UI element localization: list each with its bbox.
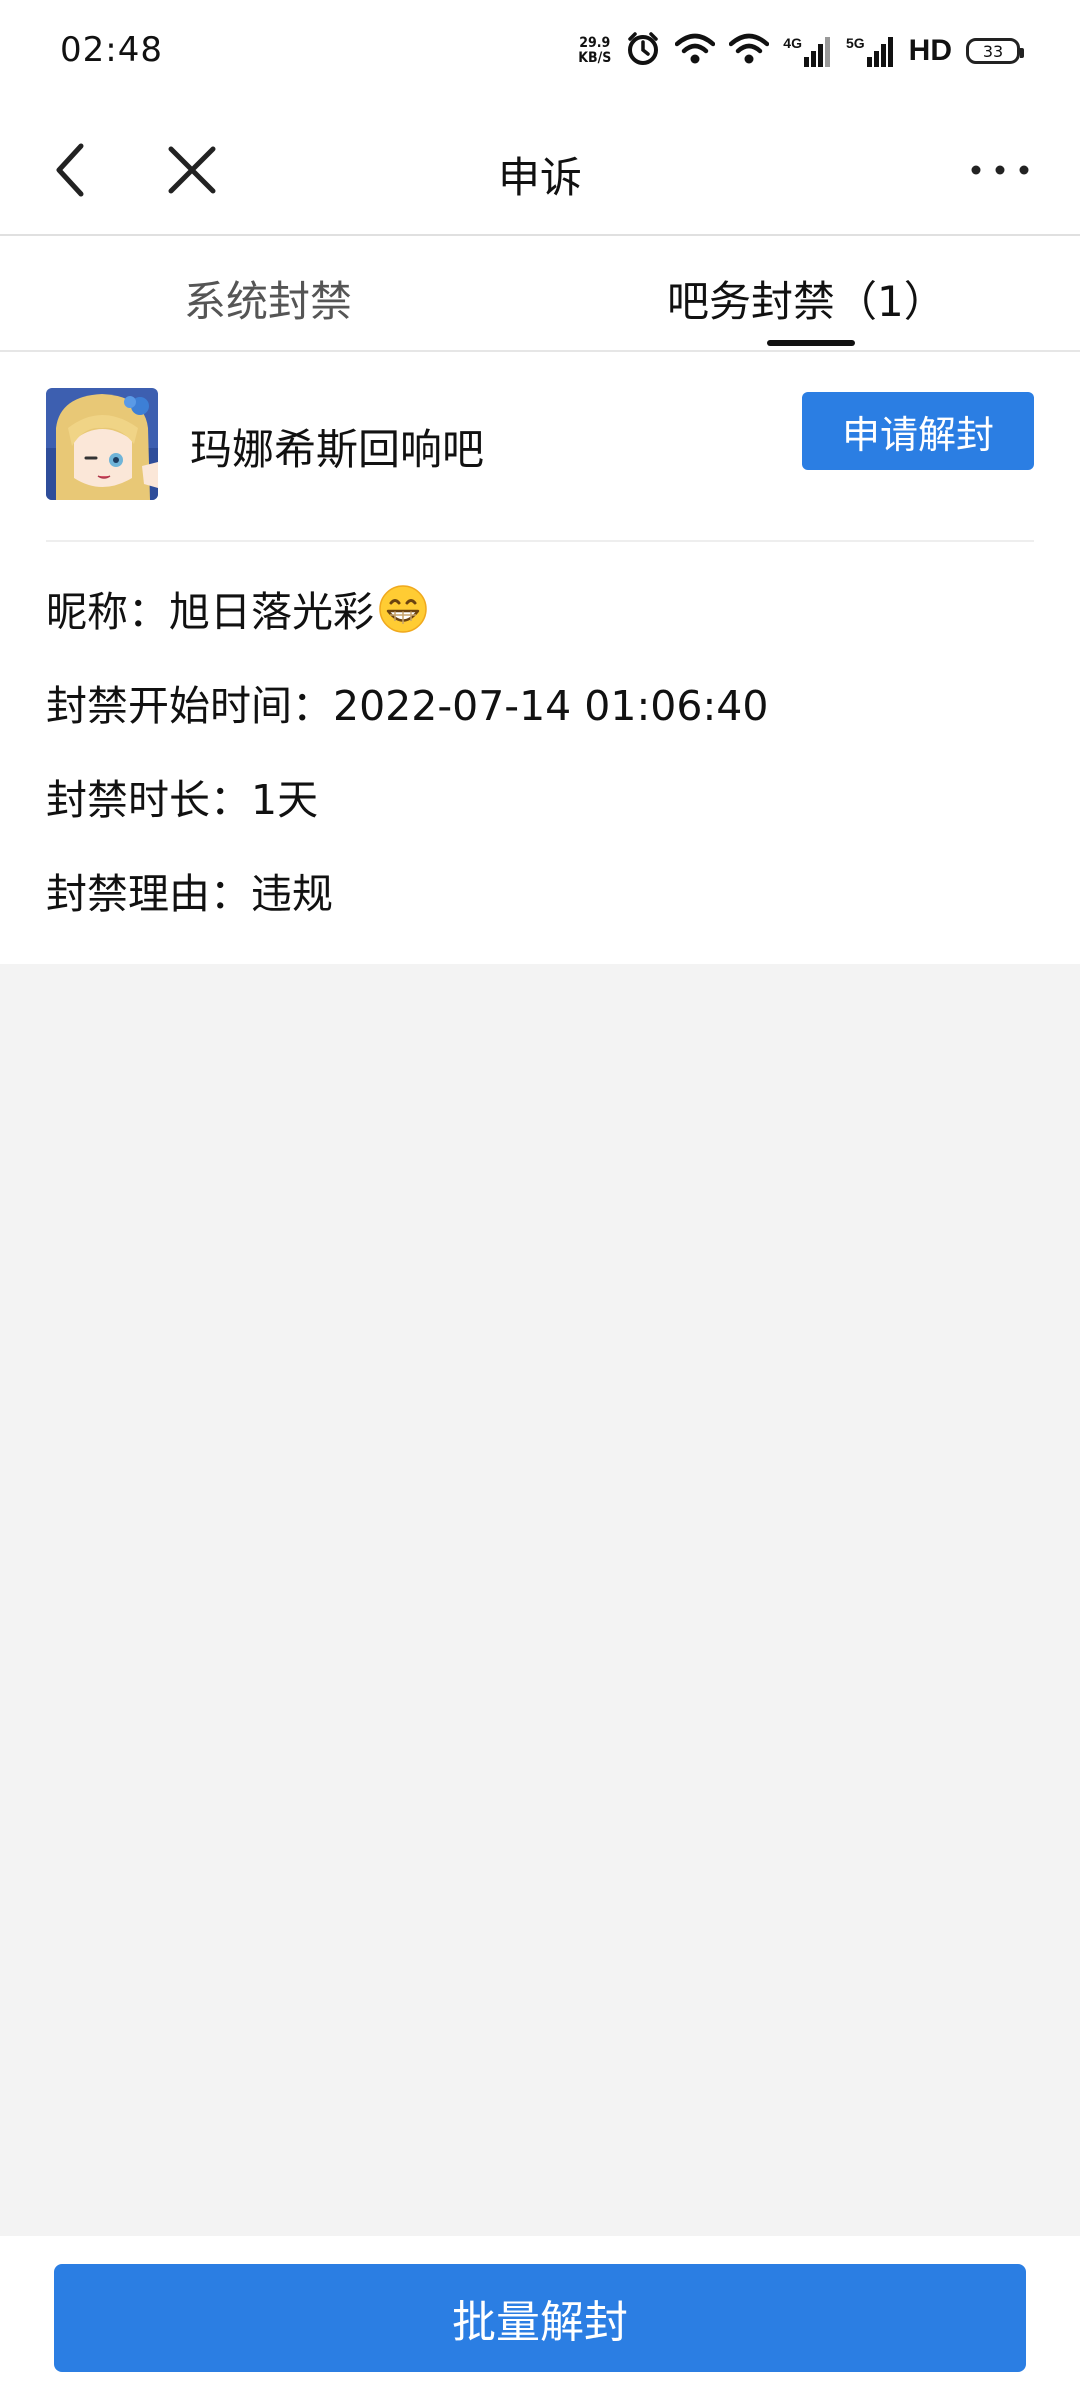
forum-avatar[interactable] [46,388,158,500]
alarm-icon [625,31,661,71]
battery-level: 33 [982,41,1004,61]
batch-unban-button[interactable]: 批量解封 [54,2264,1026,2372]
ban-record-card: 玛娜希斯回响吧 申请解封 昵称：旭日落光彩 封禁开始时间：2022-07-14 … [0,352,1080,964]
active-tab-indicator [767,340,855,346]
apply-unban-button[interactable]: 申请解封 [802,392,1034,470]
grinning-emoji-icon [378,584,428,644]
forum-name[interactable]: 玛娜希斯回响吧 [190,416,484,477]
bottom-bar: 批量解封 [0,2236,1080,2400]
wifi-icon [675,32,716,70]
net-speed-unit: KB/S [578,50,612,66]
forum-row: 玛娜希斯回响吧 申请解封 [46,388,1034,500]
signal-5g-icon: 5G [846,35,895,67]
page-title: 申诉 [497,153,582,202]
nav-bar: 申诉 [0,104,1080,236]
status-time: 02:48 [60,30,163,70]
signal-4g-icon: 4G [783,35,832,67]
ban-reason: 封禁理由：违规 [46,870,333,918]
divider [46,540,1034,542]
tab-forum-ban[interactable]: 吧务封禁（1） [667,268,946,329]
hd-label: HD [908,34,952,67]
tab-system-ban[interactable]: 系统封禁 [184,268,352,329]
tab-bar: 系统封禁 吧务封禁（1） [0,236,1080,352]
ban-duration: 封禁时长：1天 [46,776,319,824]
more-button[interactable] [960,144,1040,196]
nickname-text: 昵称：旭日落光彩 [46,588,374,636]
battery-icon: 33 [966,38,1024,64]
wifi-icon-2 [729,32,770,70]
more-icon [971,165,1029,175]
status-icons: 29.9 KB/S 4G 5G HD 33 [578,26,1024,76]
ban-start-time: 封禁开始时间：2022-07-14 01:06:40 [46,682,769,730]
net-speed-value: 29.9 [579,35,611,51]
status-bar: 02:48 29.9 KB/S 4G 5G HD 33 [0,0,1080,104]
nickname-info: 昵称：旭日落光彩 [46,578,428,644]
net-speed: 29.9 KB/S [578,36,611,66]
